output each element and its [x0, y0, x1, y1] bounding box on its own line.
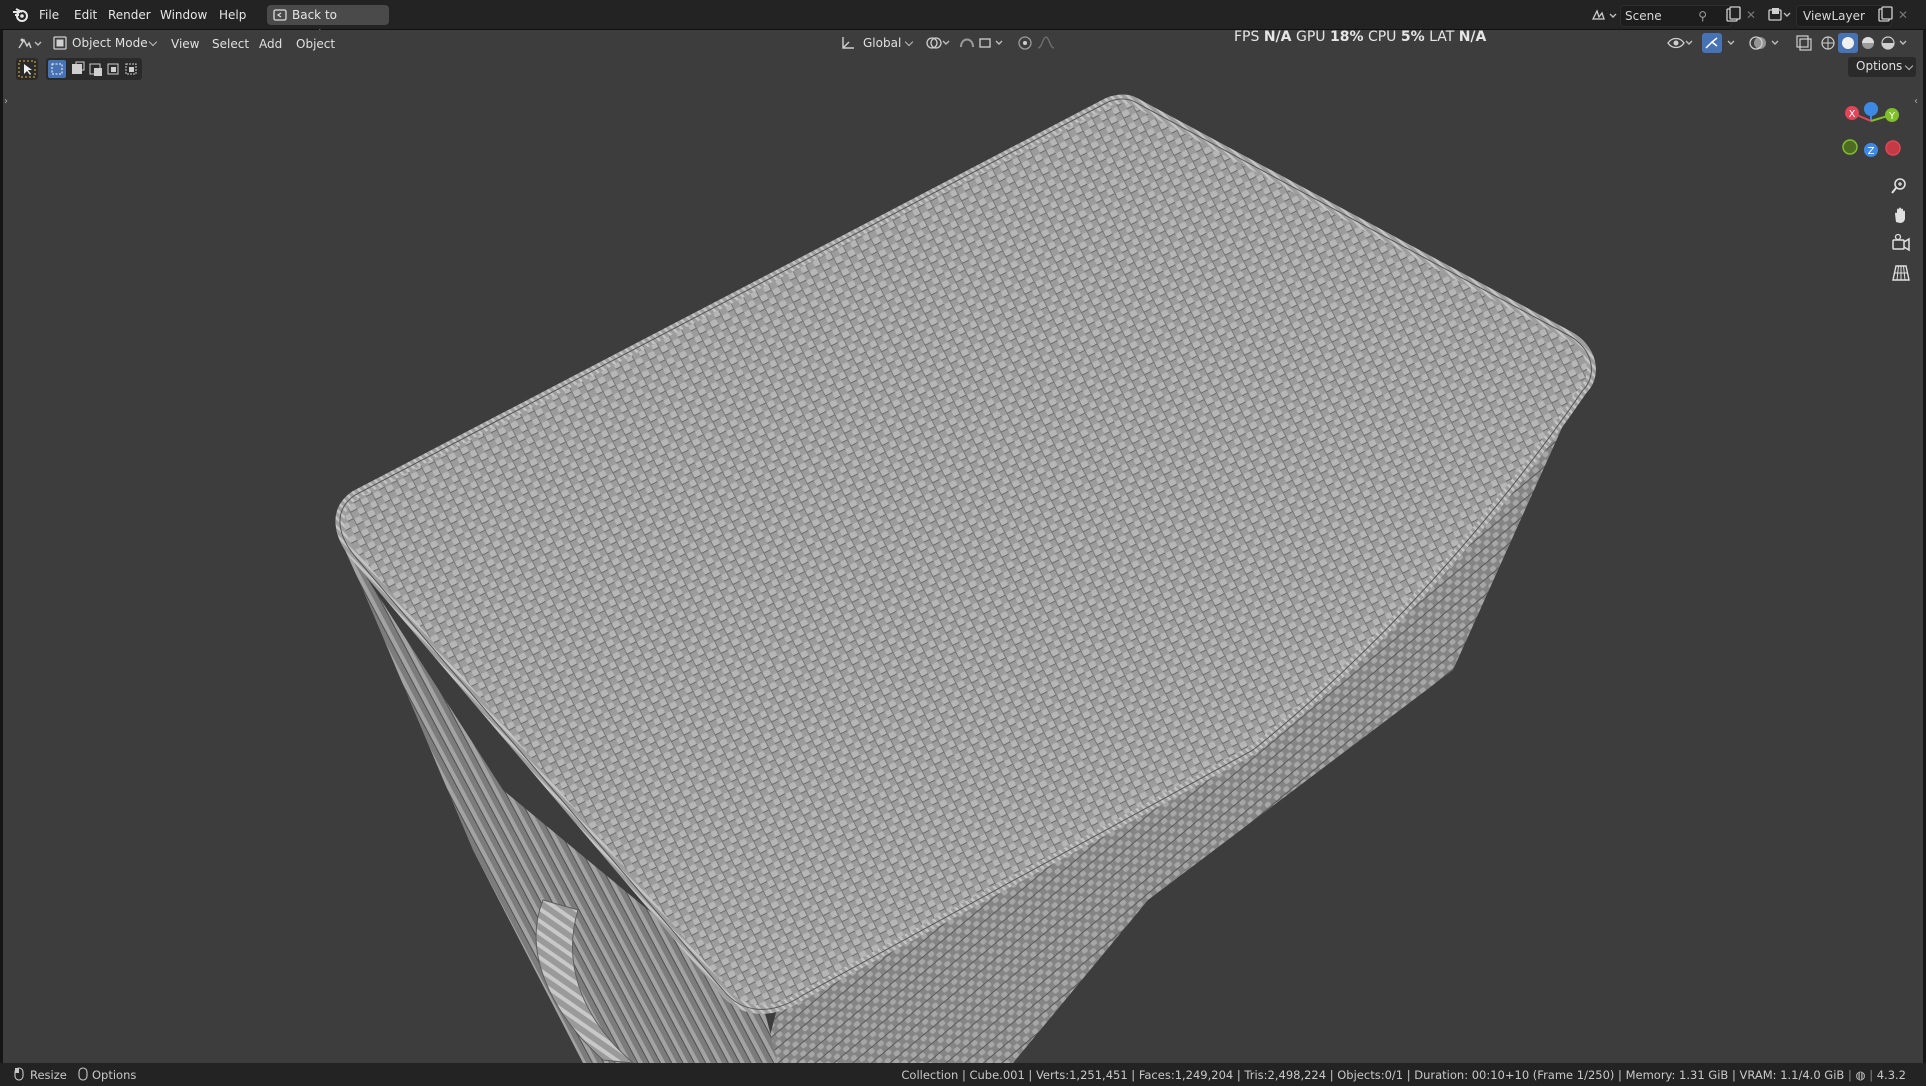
snap-icon[interactable] — [958, 33, 1010, 53]
workspace-icon[interactable] — [1590, 7, 1620, 25]
gizmo-z-label: Z — [1868, 146, 1875, 157]
options-dropdown[interactable]: Options — [1848, 57, 1916, 77]
fps-value: N/A — [1263, 29, 1292, 45]
zoom-icon[interactable] — [1888, 173, 1914, 199]
proportional-editing-icon[interactable] — [1016, 33, 1062, 53]
close-viewlayer-icon[interactable]: ✕ — [1898, 6, 1912, 24]
transform-orientation-dropdown[interactable]: Global — [840, 33, 916, 53]
pin-icon[interactable]: ⚲ — [1698, 6, 1707, 26]
chevron-down-icon — [148, 37, 158, 47]
gpu-label: GPU — [1295, 29, 1326, 45]
status-options-label: Options — [92, 1068, 137, 1082]
object-mode-dropdown[interactable]: Object Mode — [50, 33, 160, 53]
menu-help[interactable]: Help — [213, 5, 252, 25]
menu-window[interactable]: Window — [154, 5, 213, 25]
options-label: Options — [1856, 59, 1903, 73]
xray-icon[interactable] — [1794, 33, 1814, 53]
scene-field[interactable]: Scene ⚲ — [1620, 5, 1732, 27]
scene-name: Scene — [1625, 9, 1662, 23]
mouse-right-icon — [78, 1067, 88, 1081]
close-scene-icon[interactable]: ✕ — [1746, 6, 1760, 24]
menu-view[interactable]: View — [171, 34, 199, 54]
status-resize-label: Resize — [30, 1068, 67, 1082]
viewlayer-icon[interactable] — [1766, 6, 1794, 24]
lat-value: N/A — [1458, 29, 1487, 45]
cpu-label: CPU — [1367, 29, 1397, 45]
performance-stats: FPS N/A GPU 18% CPU 5% LAT N/A — [1234, 27, 1486, 47]
viewlayer-name: ViewLayer — [1803, 9, 1865, 23]
status-info: Collection | Cube.001 | Verts:1,251,451 … — [901, 1068, 1906, 1082]
sidebar-toggle-right[interactable]: ‹ — [1914, 96, 1922, 108]
object-mode-icon — [53, 36, 67, 50]
orientation-label: Global — [863, 36, 902, 50]
wicker-basket-model — [335, 94, 1596, 1063]
navigation-gizmo[interactable]: X Y Z — [1836, 98, 1906, 168]
version-label: 4.3.2 — [1876, 1068, 1906, 1082]
menu-render[interactable]: Render — [102, 5, 157, 25]
menu-add[interactable]: Add — [259, 34, 282, 54]
menu-edit[interactable]: Edit — [68, 5, 103, 25]
back-to-previous-button[interactable]: Back to Previous — [267, 5, 389, 42]
gizmo-toggle-icon[interactable] — [1702, 33, 1738, 53]
overlays-icon[interactable] — [1748, 33, 1784, 53]
mouse-left-icon — [14, 1067, 24, 1081]
3d-viewport[interactable] — [3, 30, 1923, 1063]
visibility-icon[interactable] — [1666, 33, 1694, 53]
lat-label: LAT — [1429, 29, 1455, 45]
menu-object[interactable]: Object — [296, 34, 335, 54]
select-tool-icon[interactable] — [16, 58, 38, 80]
gizmo-x-label: X — [1849, 109, 1856, 120]
orientation-icon — [842, 37, 854, 49]
gpu-value: 18% — [1329, 29, 1364, 45]
shading-mode-group[interactable] — [1818, 33, 1910, 53]
hand-pan-icon[interactable] — [1888, 202, 1914, 228]
chevron-down-icon — [1904, 61, 1914, 71]
pivot-point-icon[interactable] — [924, 33, 952, 53]
new-viewlayer-icon[interactable] — [1876, 6, 1894, 24]
back-icon — [273, 9, 287, 21]
new-scene-icon[interactable] — [1724, 6, 1742, 24]
network-icon: ◍ — [1855, 1068, 1866, 1082]
grid-icon[interactable] — [1888, 260, 1914, 286]
gizmo-y-label: Y — [1888, 111, 1896, 122]
menu-file[interactable]: File — [33, 5, 65, 25]
mode-label: Object Mode — [72, 36, 148, 50]
blender-logo-icon[interactable] — [12, 7, 30, 23]
fps-label: FPS — [1234, 29, 1260, 45]
menu-select[interactable]: Select — [212, 34, 249, 54]
camera-icon[interactable] — [1888, 231, 1914, 257]
chevron-down-icon — [904, 37, 914, 47]
scene-statistics: Collection | Cube.001 | Verts:1,251,451 … — [901, 1068, 1845, 1082]
cpu-value: 5% — [1400, 29, 1425, 45]
sidebar-toggle-left[interactable]: › — [4, 96, 12, 108]
editor-type-icon[interactable] — [16, 34, 44, 54]
select-box-icon[interactable] — [46, 58, 142, 80]
